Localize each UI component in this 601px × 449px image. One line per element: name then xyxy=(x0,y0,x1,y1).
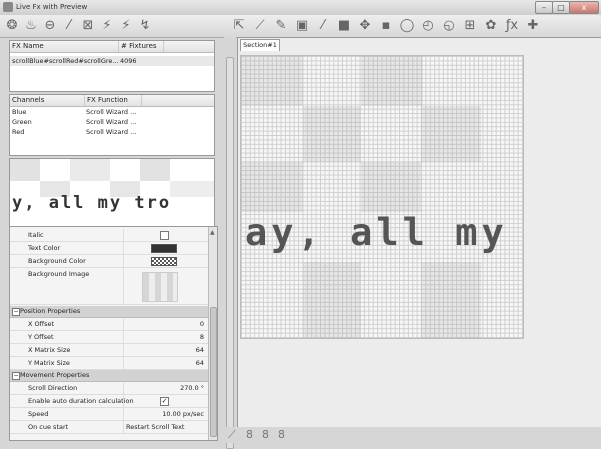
palette-icon[interactable]: ✿ xyxy=(483,18,499,34)
scroll-up-icon[interactable]: ▲ xyxy=(210,229,215,236)
table-row[interactable]: scrollBlue#scrollRed#scrollGre... 4096 xyxy=(10,56,214,66)
property-row-speed[interactable]: Speed 10.00 px/sec xyxy=(10,408,208,421)
brush-icon[interactable]: ✎ xyxy=(273,18,289,34)
property-value[interactable]: 8 xyxy=(200,332,204,342)
fx-function-cell: Scroll Wizard ... xyxy=(86,108,137,116)
background-color-swatch[interactable] xyxy=(151,257,177,266)
channels-table: Channels FX Function Blue Scroll Wizard … xyxy=(9,94,215,156)
window-titlebar: Live Fx with Preview – □ x xyxy=(0,0,601,16)
property-value[interactable]: 64 xyxy=(196,358,204,368)
ellipse-fill-icon[interactable]: ◵ xyxy=(441,18,457,34)
channel-cell: Green xyxy=(12,118,32,126)
led-matrix[interactable]: ay, all my tr xyxy=(240,55,524,339)
channel-cell: Blue xyxy=(12,108,27,116)
users-icon-2[interactable]: 8 xyxy=(262,428,269,441)
text-color-swatch[interactable] xyxy=(151,244,177,253)
fx-icon-2[interactable]: ♨ xyxy=(23,18,39,34)
properties-scrollbar[interactable]: ▲ xyxy=(208,227,217,440)
window-title: Live Fx with Preview xyxy=(16,3,88,11)
tab-section-1[interactable]: Section#1 xyxy=(240,39,280,51)
property-row-y-matrix-size[interactable]: Y Matrix Size 64 xyxy=(10,357,208,370)
move-icon[interactable]: ✥ xyxy=(357,18,373,34)
column-header-fixtures[interactable]: # Fixtures xyxy=(119,41,164,52)
auto-duration-checkbox[interactable]: ✓ xyxy=(160,397,169,406)
movement-properties-category[interactable]: − Movement Properties xyxy=(10,370,208,382)
ellipse-icon[interactable]: ◴ xyxy=(420,18,436,34)
position-properties-category[interactable]: − Position Properties xyxy=(10,306,208,318)
table-row[interactable]: Blue Scroll Wizard ... xyxy=(10,107,214,117)
table-row[interactable]: Red Scroll Wizard ... xyxy=(10,127,214,137)
bucket-icon[interactable]: ▣ xyxy=(294,18,310,34)
background-image-thumbnail[interactable] xyxy=(142,272,178,302)
channel-cell: Red xyxy=(12,128,25,136)
collapse-toggle-icon[interactable]: − xyxy=(12,372,20,380)
square-icon[interactable]: ■ xyxy=(336,18,352,34)
properties-scrollbar-thumb[interactable] xyxy=(210,307,217,437)
lightning-icon-2[interactable]: ⚡ xyxy=(118,18,134,34)
rectangle-icon[interactable]: ▪ xyxy=(378,18,394,34)
line-icon[interactable]: ⟋ xyxy=(252,18,268,34)
property-row-x-matrix-size[interactable]: X Matrix Size 64 xyxy=(10,344,208,357)
maximize-button[interactable]: □ xyxy=(552,1,570,14)
table-row[interactable]: Green Scroll Wizard ... xyxy=(10,117,214,127)
circle-icon[interactable]: ◯ xyxy=(399,18,415,34)
close-button[interactable]: x xyxy=(569,1,599,14)
property-value[interactable]: 270.0 ° xyxy=(180,383,204,393)
preview-text: y, all my tro xyxy=(12,193,172,213)
fx-name-cell: scrollBlue#scrollRed#scrollGre... xyxy=(12,57,118,65)
fx-function-cell: Scroll Wizard ... xyxy=(86,128,137,136)
lightning-icon-1[interactable]: ⚡ xyxy=(99,18,115,34)
property-value[interactable]: 10.00 px/sec xyxy=(162,409,204,419)
fx-icon-3[interactable]: ⊖ xyxy=(42,18,58,34)
property-row-on-cue-start[interactable]: On cue start Restart Scroll Text xyxy=(10,421,208,434)
lightning-icon-3[interactable]: ↯ xyxy=(137,18,153,34)
wizard-icon[interactable]: ⊠ xyxy=(80,18,96,34)
property-value[interactable]: 0 xyxy=(200,319,204,329)
property-row-background-color: Background Color xyxy=(10,255,208,268)
property-row-y-offset[interactable]: Y Offset 8 xyxy=(10,331,208,344)
column-header-fx-function[interactable]: FX Function xyxy=(85,95,142,106)
fx-icon-1[interactable]: ❂ xyxy=(4,18,20,34)
left-scrollbar-thumb[interactable] xyxy=(226,57,234,449)
pointer-icon[interactable]: ⇱ xyxy=(231,18,247,34)
fx-function-icon[interactable]: ƒx xyxy=(504,18,520,34)
property-row-auto-duration[interactable]: Enable auto duration calculation ✓ xyxy=(10,395,208,408)
matrix-scroll-text: ay, all my tr xyxy=(245,211,523,254)
grid-icon[interactable]: ⊞ xyxy=(462,18,478,34)
italic-checkbox[interactable] xyxy=(160,231,169,240)
fixtures-cell: 4096 xyxy=(120,57,137,65)
wand-icon[interactable]: ⁄ xyxy=(61,18,77,34)
property-label: Background Image xyxy=(28,270,90,278)
property-value[interactable]: Restart Scroll Text xyxy=(126,422,184,432)
collapse-toggle-icon[interactable]: − xyxy=(12,308,20,316)
bottom-toolbar: ⟋ 8 8 8 xyxy=(226,427,601,443)
column-header-channels[interactable]: Channels xyxy=(10,95,85,106)
property-value[interactable]: 64 xyxy=(196,345,204,355)
text-icon[interactable]: ✚ xyxy=(525,18,541,34)
property-label: Italic xyxy=(28,231,44,239)
users-icon-3[interactable]: 8 xyxy=(278,428,285,441)
toolbar: ❂ ♨ ⊖ ⁄ ⊠ ⚡ ⚡ ↯ ⇱ ⟋ ✎ ▣ ⁄ ■ ✥ ▪ ◯ ◴ ◵ ⊞ ✿ ƒx ✚ xyxy=(0,15,601,38)
properties-grid: Italic Text Color Background Color Backg… xyxy=(9,226,218,441)
pen-icon[interactable]: ⁄ xyxy=(315,18,331,34)
pen-tool-icon[interactable]: ⟋ xyxy=(228,428,236,442)
property-label: Text Color xyxy=(28,244,61,252)
property-row-italic: Italic xyxy=(10,229,208,242)
app-icon xyxy=(3,2,13,12)
fx-table: FX Name # Fixtures scrollBlue#scrollRed#… xyxy=(9,40,215,92)
fx-function-cell: Scroll Wizard ... xyxy=(86,118,137,126)
property-row-scroll-direction[interactable]: Scroll Direction 270.0 ° xyxy=(10,382,208,395)
users-icon-1[interactable]: 8 xyxy=(246,428,253,441)
minimize-button[interactable]: – xyxy=(535,1,553,14)
property-row-x-offset[interactable]: X Offset 0 xyxy=(10,318,208,331)
channels-table-header: Channels FX Function xyxy=(10,95,214,107)
fx-table-header: FX Name # Fixtures xyxy=(10,41,214,53)
column-header-fx-name[interactable]: FX Name xyxy=(10,41,119,52)
fx-preview: y, all my tro xyxy=(9,158,215,227)
panel-splitter[interactable]: » xyxy=(224,37,236,449)
property-row-background-image: Background Image xyxy=(10,268,208,305)
property-label: Background Color xyxy=(28,257,86,265)
property-row-text-color: Text Color xyxy=(10,242,208,255)
